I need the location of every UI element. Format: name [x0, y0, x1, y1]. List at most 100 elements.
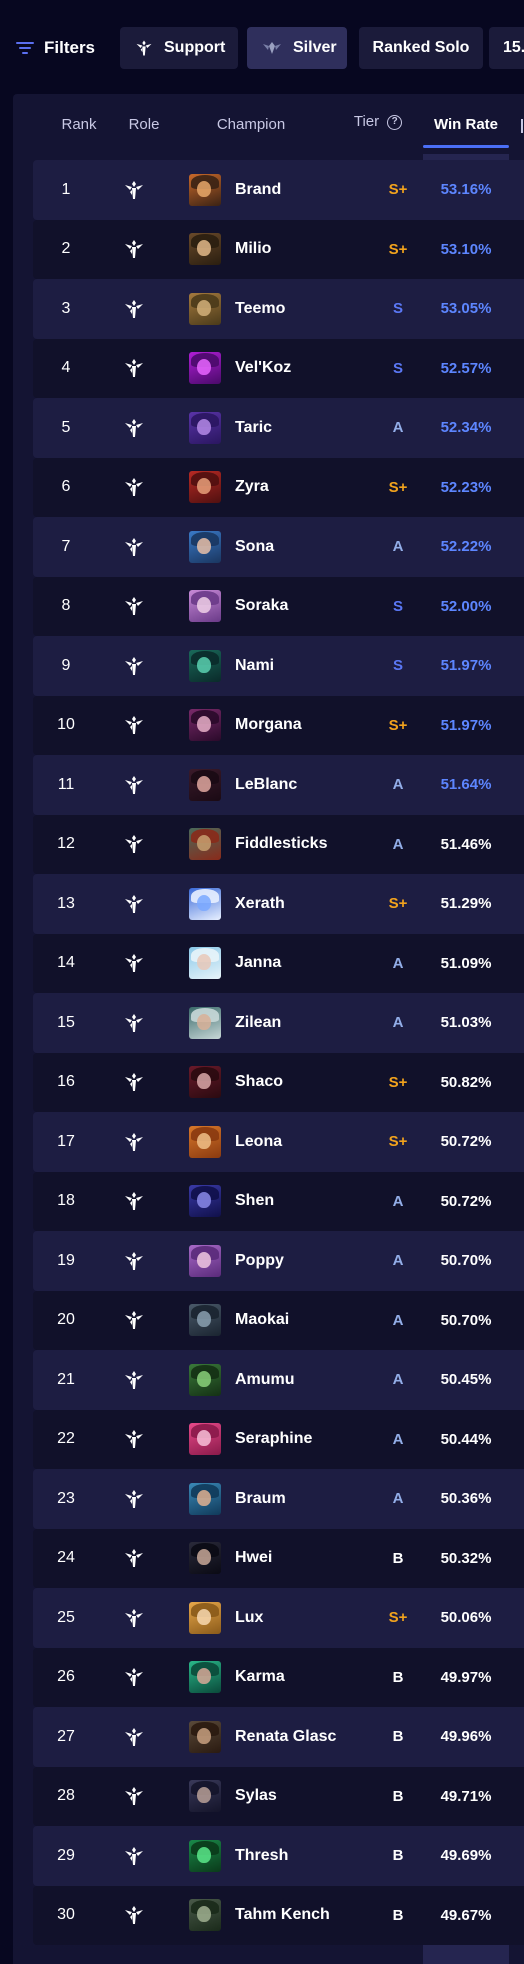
champion-name[interactable]: Sylas: [235, 1767, 365, 1827]
champion-portrait-cell[interactable]: [189, 160, 223, 220]
header-role[interactable]: Role: [99, 94, 189, 150]
table-row[interactable]: 28 Sylas B 49.71%: [33, 1766, 524, 1827]
champion-name[interactable]: Xerath: [235, 874, 365, 934]
champion-portrait-cell[interactable]: [189, 1469, 223, 1529]
champion-portrait-cell[interactable]: [189, 1172, 223, 1232]
champion-portrait-cell[interactable]: [189, 577, 223, 637]
champion-portrait-cell[interactable]: [189, 458, 223, 518]
champion-portrait-cell[interactable]: [189, 1053, 223, 1113]
table-row[interactable]: 21 Amumu A 50.45%: [33, 1350, 524, 1410]
role-filter-chip[interactable]: Support: [120, 27, 238, 69]
table-row[interactable]: 19 Poppy A 50.70%: [33, 1231, 524, 1291]
champion-portrait[interactable]: [189, 1125, 221, 1158]
table-row[interactable]: 30 Tahm Kench B 49.67%: [33, 1885, 524, 1945]
champion-portrait-cell[interactable]: [189, 1291, 223, 1351]
table-row[interactable]: 2 Milio S+ 53.10%: [33, 219, 524, 280]
champion-name[interactable]: Teemo: [235, 279, 365, 339]
table-row[interactable]: 6 Zyra S+ 52.23%: [33, 457, 524, 518]
champion-name[interactable]: Thresh: [235, 1826, 365, 1886]
champion-name[interactable]: Poppy: [235, 1231, 365, 1291]
champion-portrait[interactable]: [189, 709, 221, 742]
champion-portrait[interactable]: [189, 590, 221, 623]
champion-portrait-cell[interactable]: [189, 636, 223, 696]
table-row[interactable]: 16 Shaco S+ 50.82%: [33, 1052, 524, 1113]
champion-portrait-cell[interactable]: [189, 1529, 223, 1589]
table-row[interactable]: 3 Teemo S 53.05%: [33, 279, 524, 339]
table-row[interactable]: 23 Braum A 50.36%: [33, 1469, 524, 1529]
champion-portrait[interactable]: [189, 1720, 221, 1753]
champion-name[interactable]: Leona: [235, 1112, 365, 1172]
champion-portrait-cell[interactable]: [189, 934, 223, 994]
champion-portrait[interactable]: [189, 352, 221, 385]
table-row[interactable]: 9 Nami S 51.97%: [33, 636, 524, 696]
header-tier[interactable]: Tier ?: [343, 94, 413, 150]
table-row[interactable]: 29 Thresh B 49.69%: [33, 1826, 524, 1886]
champion-portrait[interactable]: [189, 768, 221, 801]
champion-portrait-cell[interactable]: [189, 1767, 223, 1827]
champion-portrait[interactable]: [189, 828, 221, 861]
table-row[interactable]: 8 Soraka S 52.00%: [33, 576, 524, 637]
champion-portrait-cell[interactable]: [189, 696, 223, 756]
champion-portrait[interactable]: [189, 1363, 221, 1396]
champion-name[interactable]: Brand: [235, 160, 365, 220]
table-row[interactable]: 18 Shen A 50.72%: [33, 1171, 524, 1232]
table-row[interactable]: 7 Sona A 52.22%: [33, 517, 524, 577]
champion-portrait[interactable]: [189, 1185, 221, 1218]
table-row[interactable]: 25 Lux S+ 50.06%: [33, 1588, 524, 1648]
table-row[interactable]: 22 Seraphine A 50.44%: [33, 1409, 524, 1470]
table-row[interactable]: 5 Taric A 52.34%: [33, 398, 524, 458]
champion-portrait-cell[interactable]: [189, 1826, 223, 1886]
champion-portrait[interactable]: [189, 1423, 221, 1456]
champion-portrait-cell[interactable]: [189, 1112, 223, 1172]
champion-name[interactable]: Morgana: [235, 696, 365, 756]
champion-portrait-cell[interactable]: [189, 1231, 223, 1291]
table-row[interactable]: 10 Morgana S+ 51.97%: [33, 695, 524, 756]
patch-filter-chip[interactable]: 15.: [489, 27, 524, 69]
champion-name[interactable]: Karma: [235, 1648, 365, 1708]
champion-portrait[interactable]: [189, 411, 221, 444]
queue-filter-chip[interactable]: Ranked Solo: [359, 27, 483, 69]
champion-name[interactable]: Seraphine: [235, 1410, 365, 1470]
champion-portrait-cell[interactable]: [189, 517, 223, 577]
champion-name[interactable]: Shen: [235, 1172, 365, 1232]
champion-portrait[interactable]: [189, 1304, 221, 1337]
filters-button[interactable]: Filters: [16, 30, 95, 66]
champion-portrait[interactable]: [189, 1066, 221, 1099]
champion-name[interactable]: Shaco: [235, 1053, 365, 1113]
table-row[interactable]: 13 Xerath S+ 51.29%: [33, 874, 524, 934]
table-row[interactable]: 1 Brand S+ 53.16%: [33, 160, 524, 220]
champion-name[interactable]: Fiddlesticks: [235, 815, 365, 875]
header-win-rate[interactable]: Win Rate: [423, 94, 509, 150]
table-row[interactable]: 27 Renata Glasc B 49.96%: [33, 1707, 524, 1767]
champion-portrait[interactable]: [189, 887, 221, 920]
champion-portrait[interactable]: [189, 1839, 221, 1872]
table-row[interactable]: 4 Vel'Koz S 52.57%: [33, 338, 524, 399]
champion-portrait-cell[interactable]: [189, 1350, 223, 1410]
champion-portrait-cell[interactable]: [189, 1588, 223, 1648]
champion-name[interactable]: Amumu: [235, 1350, 365, 1410]
champion-name[interactable]: Hwei: [235, 1529, 365, 1589]
champion-name[interactable]: LeBlanc: [235, 755, 365, 815]
champion-portrait[interactable]: [189, 1006, 221, 1039]
champion-name[interactable]: Zilean: [235, 993, 365, 1053]
table-row[interactable]: 15 Zilean A 51.03%: [33, 993, 524, 1053]
champion-portrait[interactable]: [189, 649, 221, 682]
table-row[interactable]: 20 Maokai A 50.70%: [33, 1290, 524, 1351]
champion-name[interactable]: Soraka: [235, 577, 365, 637]
rank-filter-chip[interactable]: Silver: [247, 27, 347, 69]
champion-portrait[interactable]: [189, 1899, 221, 1932]
champion-portrait-cell[interactable]: [189, 755, 223, 815]
champion-name[interactable]: Taric: [235, 398, 365, 458]
champion-name[interactable]: Milio: [235, 220, 365, 280]
table-row[interactable]: 24 Hwei B 50.32%: [33, 1528, 524, 1589]
champion-portrait-cell[interactable]: [189, 279, 223, 339]
champion-portrait-cell[interactable]: [189, 1707, 223, 1767]
champion-name[interactable]: Vel'Koz: [235, 339, 365, 399]
champion-portrait-cell[interactable]: [189, 874, 223, 934]
table-row[interactable]: 14 Janna A 51.09%: [33, 933, 524, 994]
champion-name[interactable]: Renata Glasc: [235, 1707, 365, 1767]
champion-portrait[interactable]: [189, 1482, 221, 1515]
champion-portrait[interactable]: [189, 173, 221, 206]
champion-portrait[interactable]: [189, 1542, 221, 1575]
header-champion[interactable]: Champion: [186, 94, 316, 150]
